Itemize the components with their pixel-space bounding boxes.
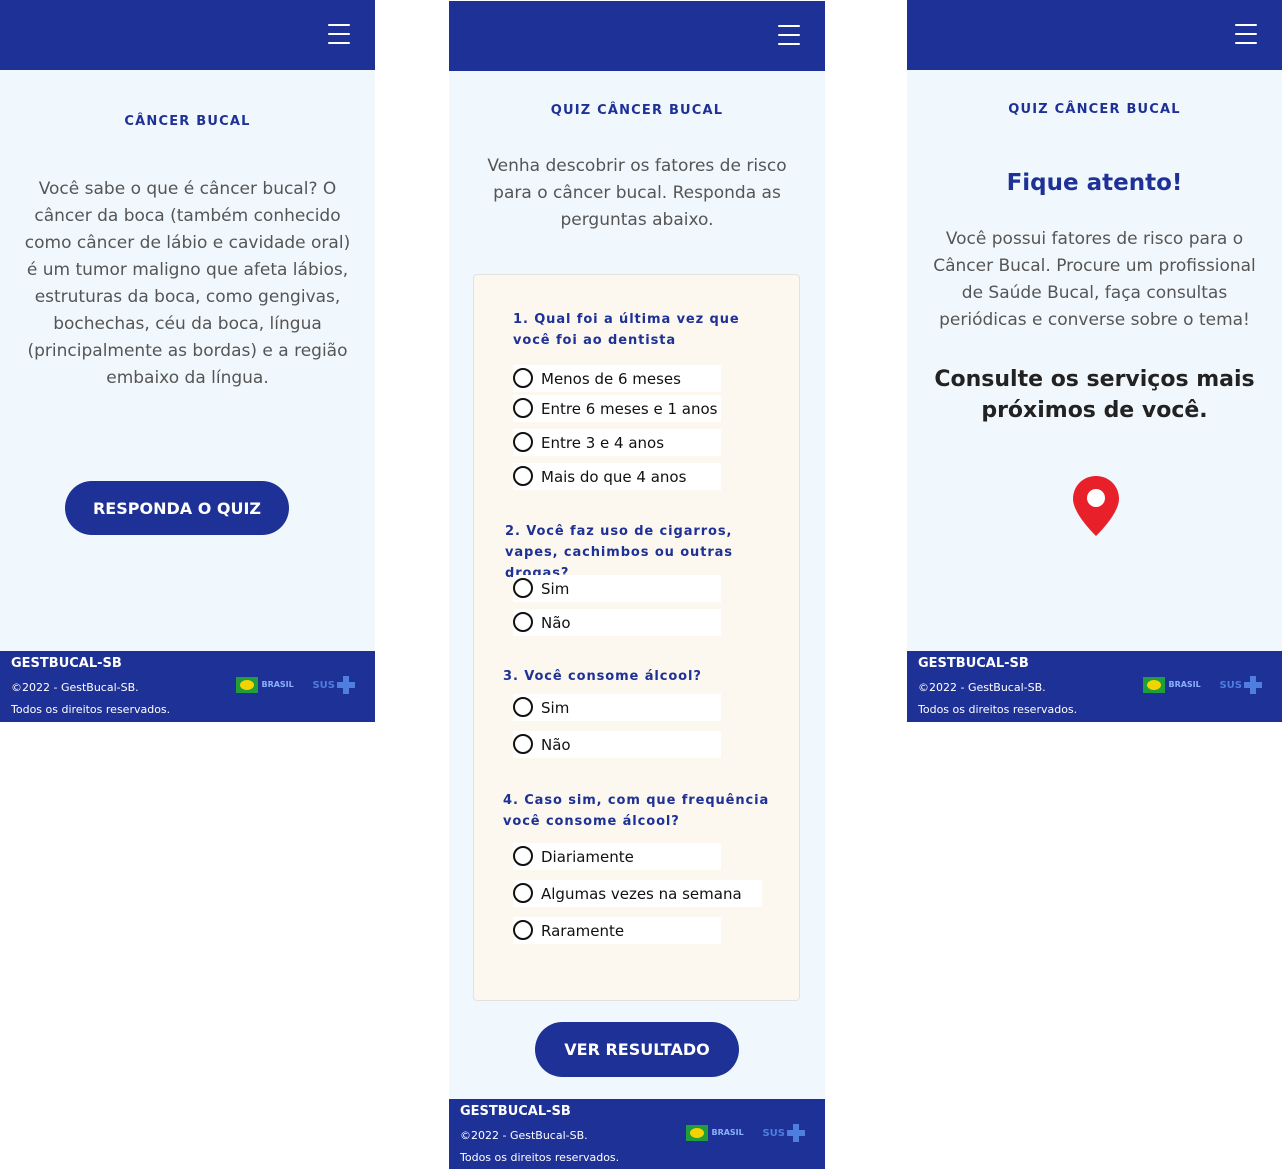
result-headline: Fique atento! <box>1006 170 1183 196</box>
footer-logos: BRASIL SUS <box>1143 676 1262 694</box>
sus-logo: SUS <box>762 1124 805 1142</box>
page-eyebrow: QUIZ CÂNCER BUCAL <box>1008 102 1181 117</box>
radio-button[interactable] <box>513 432 533 452</box>
intro-text: Você sabe o que é câncer bucal? O câncer… <box>24 179 351 388</box>
radio-button[interactable] <box>513 697 533 717</box>
quiz-intro-text: Venha descobrir os fatores de risco para… <box>487 156 787 230</box>
option-q4-c[interactable]: Raramente <box>513 917 721 944</box>
option-q4-b[interactable]: Algumas vezes na semana <box>513 880 762 907</box>
option-q2-b[interactable]: Não <box>513 609 721 636</box>
sus-logo: SUS <box>1219 676 1262 694</box>
radio-button[interactable] <box>513 920 533 940</box>
see-result-button[interactable]: VER RESULTADO <box>535 1022 739 1077</box>
option-q1-d[interactable]: Mais do que 4 anos <box>513 463 721 490</box>
footer-brand: GESTBUCAL-SB <box>918 656 1029 671</box>
hamburger-menu-icon[interactable] <box>778 25 800 45</box>
gov-logo: BRASIL <box>236 676 294 694</box>
question-4: 4. Caso sim, com que frequência você con… <box>503 793 770 829</box>
consult-services-text: Consulte os serviços mais próximos de vo… <box>934 367 1255 423</box>
screen-result: QUIZ CÂNCER BUCAL Fique atento! Você pos… <box>907 0 1282 722</box>
gov-logo: BRASIL <box>686 1124 744 1142</box>
app-footer: GESTBUCAL-SB ©2022 - GestBucal-SB. Todos… <box>907 651 1282 722</box>
question-1: 1. Qual foi a última vez que você foi ao… <box>513 312 740 348</box>
question-3: 3. Você consome álcool? <box>503 669 702 684</box>
option-q1-a[interactable]: Menos de 6 meses <box>513 365 721 392</box>
app-footer: GESTBUCAL-SB ©2022 - GestBucal-SB. Todos… <box>0 651 375 722</box>
footer-brand: GESTBUCAL-SB <box>460 1104 571 1119</box>
footer-brand: GESTBUCAL-SB <box>11 656 122 671</box>
option-q1-b[interactable]: Entre 6 meses e 1 anos <box>513 395 721 422</box>
start-quiz-button[interactable]: RESPONDA O QUIZ <box>65 481 289 535</box>
radio-button[interactable] <box>513 612 533 632</box>
screen-info: CÂNCER BUCAL Você sabe o que é câncer bu… <box>0 0 375 722</box>
result-message: Você possui fatores de risco para o Cânc… <box>933 229 1256 330</box>
hamburger-menu-icon[interactable] <box>1235 24 1257 44</box>
app-header <box>907 0 1282 70</box>
option-q3-b[interactable]: Não <box>513 731 721 758</box>
page-eyebrow: QUIZ CÂNCER BUCAL <box>550 103 724 118</box>
page-eyebrow: CÂNCER BUCAL <box>124 114 251 129</box>
footer-rights: Todos os direitos reservados. <box>918 703 1078 716</box>
option-q3-a[interactable]: Sim <box>513 694 721 721</box>
radio-button[interactable] <box>513 578 533 598</box>
footer-rights: Todos os direitos reservados. <box>11 703 171 716</box>
hamburger-menu-icon[interactable] <box>328 24 350 44</box>
gov-logo: BRASIL <box>1143 676 1201 694</box>
map-pin-icon[interactable] <box>1073 476 1119 536</box>
screen-quiz: QUIZ CÂNCER BUCAL Venha descobrir os fat… <box>449 1 825 1169</box>
sus-logo: SUS <box>312 676 355 694</box>
radio-button[interactable] <box>513 734 533 754</box>
app-header <box>0 0 375 70</box>
radio-button[interactable] <box>513 846 533 866</box>
option-q1-c[interactable]: Entre 3 e 4 anos <box>513 429 721 456</box>
radio-button[interactable] <box>513 466 533 486</box>
radio-button[interactable] <box>513 368 533 388</box>
option-q2-a[interactable]: Sim <box>513 575 721 602</box>
footer-rights: Todos os direitos reservados. <box>460 1151 620 1164</box>
option-q4-a[interactable]: Diariamente <box>513 843 721 870</box>
footer-logos: BRASIL SUS <box>686 1124 805 1142</box>
app-header <box>449 1 825 71</box>
quiz-card: 1. Qual foi a última vez que você foi ao… <box>473 274 800 1001</box>
app-footer: GESTBUCAL-SB ©2022 - GestBucal-SB. Todos… <box>449 1099 825 1169</box>
radio-button[interactable] <box>513 398 533 418</box>
radio-button[interactable] <box>513 883 533 903</box>
footer-logos: BRASIL SUS <box>236 676 355 694</box>
